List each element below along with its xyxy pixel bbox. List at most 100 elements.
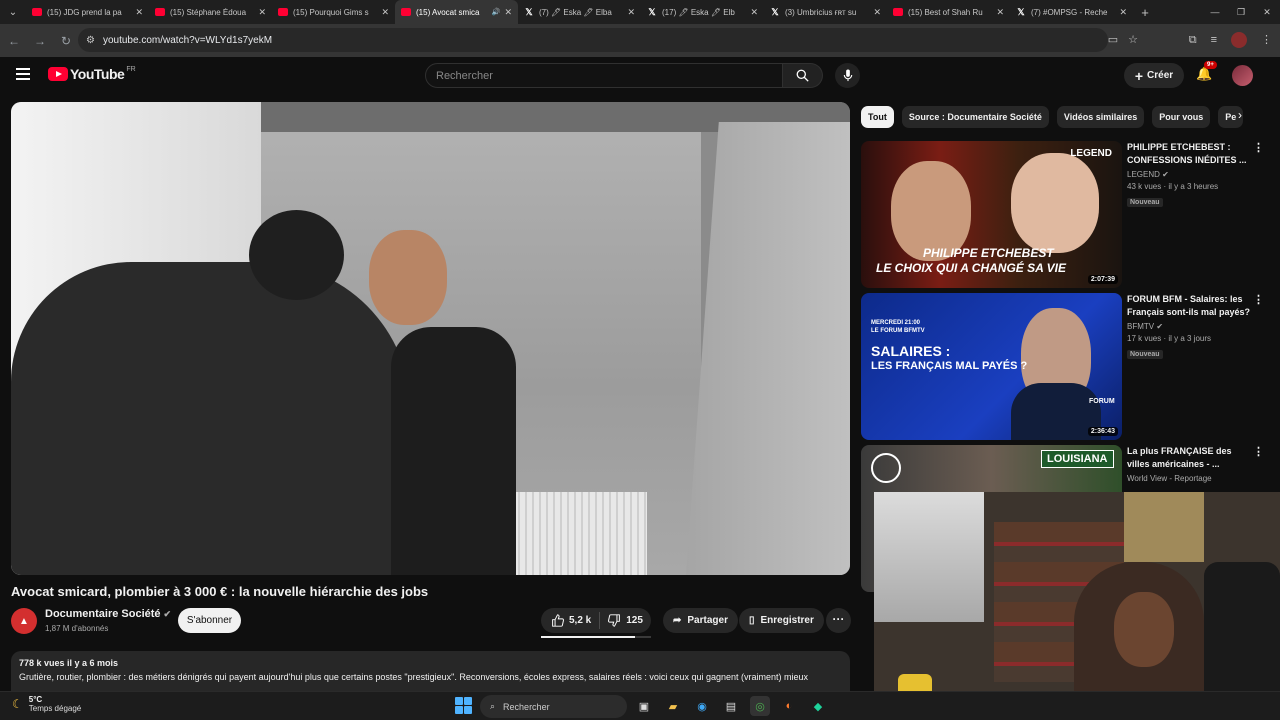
- start-button[interactable]: [455, 697, 472, 714]
- more-options-icon[interactable]: ⋮: [1253, 293, 1264, 306]
- tab-close-icon[interactable]: ✕: [873, 7, 881, 18]
- more-options-icon[interactable]: ⋮: [1253, 141, 1264, 154]
- search-input[interactable]: Rechercher: [425, 63, 783, 88]
- new-tab-button[interactable]: +: [1133, 5, 1157, 20]
- x-icon: 𝕏: [525, 7, 533, 17]
- media-controls-icon[interactable]: ≡: [1211, 28, 1217, 52]
- thumb-date: MERCREDI 21:00: [871, 320, 921, 326]
- account-avatar[interactable]: [1232, 65, 1253, 86]
- menu-icon[interactable]: [16, 68, 30, 83]
- tab-close-icon[interactable]: ✕: [1119, 7, 1127, 18]
- browser-tab[interactable]: (15) Pourquoi Gims s ✕: [272, 0, 395, 24]
- browser-tab[interactable]: (15) Best of Shah Ru ✕: [887, 0, 1010, 24]
- tab-title: (15) Avocat smica: [416, 7, 480, 17]
- extensions-icon[interactable]: ⧉: [1189, 28, 1197, 52]
- notifications-button[interactable]: 🔔 9+: [1196, 61, 1217, 82]
- url-text: youtube.com/watch?v=WLYd1s7yekM: [102, 34, 273, 46]
- more-options-icon[interactable]: ⋮: [1253, 445, 1264, 458]
- audio-playing-icon[interactable]: 🔊: [492, 8, 501, 16]
- recommendation-thumbnail[interactable]: MERCREDI 21:00 LE FORUM BFMTV SALAIRES :…: [861, 293, 1122, 440]
- tab-title: (17) 🖊 Eska 🖊 Elb: [662, 7, 735, 17]
- browser-tab[interactable]: 𝕏 (7) #OMPSG - Reche ✕: [1010, 0, 1133, 24]
- description-box[interactable]: 778 k vues il y a 6 mois Grutière, routi…: [11, 651, 850, 691]
- search-icon: ⌕: [490, 701, 496, 711]
- youtube-icon: [32, 8, 42, 16]
- tab-close-icon[interactable]: ✕: [258, 7, 266, 18]
- dislike-button[interactable]: 125: [600, 614, 643, 627]
- recommendation-title[interactable]: FORUM BFM - Salaires: les Français sont-…: [1127, 293, 1252, 319]
- browser-tab[interactable]: 𝕏 (3) Umbricius ғʀт su ✕: [764, 0, 887, 24]
- filter-chip[interactable]: Vidéos similaires: [1056, 106, 1145, 128]
- forward-icon[interactable]: →: [28, 34, 52, 48]
- browser-tab[interactable]: (15) Stéphane Édoua ✕: [149, 0, 272, 24]
- chrome-icon[interactable]: ◎: [750, 696, 770, 716]
- profile-avatar[interactable]: [1231, 32, 1247, 48]
- tab-title: (15) JDG prend la pa: [47, 7, 122, 17]
- close-window-icon[interactable]: ✕: [1254, 0, 1280, 24]
- firefox-icon[interactable]: ◐: [779, 696, 799, 716]
- tab-title: (15) Best of Shah Ru: [908, 7, 983, 17]
- x-icon: 𝕏: [648, 7, 656, 17]
- weather-widget[interactable]: ☾ 5°C Temps dégagé: [12, 695, 81, 713]
- site-info-icon[interactable]: ⚙: [86, 35, 95, 46]
- cast-icon[interactable]: ▭: [1108, 28, 1118, 52]
- edge-icon[interactable]: ◉: [692, 696, 712, 716]
- channel-name[interactable]: Documentaire Société ✔: [45, 608, 171, 620]
- create-button[interactable]: + Créer: [1124, 63, 1184, 88]
- recommendation-info: FORUM BFM - Salaires: les Français sont-…: [1127, 293, 1252, 361]
- search-button[interactable]: [783, 63, 823, 88]
- thumbs-up-icon: [552, 614, 564, 627]
- tab-close-icon[interactable]: ✕: [504, 7, 512, 18]
- tab-close-icon[interactable]: ✕: [996, 7, 1004, 18]
- new-badge: Nouveau: [1127, 350, 1163, 359]
- tab-close-icon[interactable]: ✕: [627, 7, 635, 18]
- like-button[interactable]: 5,2 k: [541, 612, 601, 629]
- task-view-icon[interactable]: ▣: [634, 696, 654, 716]
- subscriber-count: 1,87 M d'abonnés: [45, 624, 109, 633]
- channel-avatar[interactable]: ▲: [11, 608, 37, 634]
- file-explorer-icon[interactable]: ▰: [663, 696, 683, 716]
- thumbs-down-icon: [608, 614, 621, 627]
- filter-chips: Tout Source : Documentaire Société Vidéos …: [861, 106, 1244, 128]
- address-bar[interactable]: ⚙ youtube.com/watch?v=WLYd1s7yekM: [78, 28, 1108, 52]
- recommendation-channel[interactable]: World View - Reportage: [1127, 474, 1252, 483]
- browser-tab[interactable]: 𝕏 (17) 🖊 Eska 🖊 Elb ✕: [641, 0, 764, 24]
- youtube-logo[interactable]: YouTube FR: [48, 66, 136, 82]
- browser-tab[interactable]: 𝕏 (7) 🖊 Eska 🖊 Elba ✕: [518, 0, 641, 24]
- video-player[interactable]: [11, 102, 850, 575]
- tab-close-icon[interactable]: ✕: [135, 7, 143, 18]
- filter-chip[interactable]: Source : Documentaire Société: [901, 106, 1049, 128]
- chevron-right-icon[interactable]: ›: [1238, 108, 1242, 122]
- new-badge: Nouveau: [1127, 198, 1163, 207]
- recommendation-thumbnail[interactable]: LEGEND PHILIPPE ETCHEBEST LE CHOIX QUI A…: [861, 141, 1122, 288]
- subscribe-button[interactable]: S'abonner: [178, 608, 241, 633]
- filter-chip[interactable]: Tout: [861, 106, 894, 128]
- save-button[interactable]: ▯ Enregistrer: [739, 608, 824, 633]
- store-icon[interactable]: ▤: [721, 696, 741, 716]
- tab-close-icon[interactable]: ✕: [750, 7, 758, 18]
- tab-search-button[interactable]: ⌄: [0, 0, 26, 24]
- webcam-overlay: [874, 492, 1280, 720]
- video-frame-person-head: [249, 210, 344, 300]
- voice-search-button[interactable]: [835, 63, 860, 88]
- more-actions-button[interactable]: ···: [826, 608, 851, 633]
- browser-tab[interactable]: (15) Avocat smica 🔊 ✕: [395, 0, 518, 24]
- tab-close-icon[interactable]: ✕: [381, 7, 389, 18]
- recommendation-title[interactable]: La plus FRANÇAISE des villes américaines…: [1127, 445, 1252, 471]
- recommendation-title[interactable]: PHILIPPE ETCHEBEST : CONFESSIONS INÉDITE…: [1127, 141, 1252, 167]
- browser-tab[interactable]: (15) JDG prend la pa ✕: [26, 0, 149, 24]
- reload-icon[interactable]: ↻: [54, 34, 78, 48]
- maximize-icon[interactable]: ❐: [1228, 0, 1254, 24]
- recommendation-channel[interactable]: BFMTV ✔: [1127, 322, 1252, 331]
- taskbar-search[interactable]: ⌕ Rechercher: [480, 695, 627, 718]
- browser-menu-icon[interactable]: ⋮: [1261, 28, 1272, 52]
- back-icon[interactable]: ←: [2, 34, 26, 48]
- share-button[interactable]: ➦ Partager: [663, 608, 738, 633]
- bookmark-star-icon[interactable]: ☆: [1128, 28, 1138, 52]
- thumb-show: LE FORUM BFMTV: [871, 328, 925, 334]
- minimize-icon[interactable]: —: [1202, 0, 1228, 24]
- filter-chip[interactable]: Pour vous: [1152, 106, 1211, 128]
- like-count: 5,2 k: [569, 615, 592, 626]
- app-icon[interactable]: ◆: [808, 696, 828, 716]
- recommendation-channel[interactable]: LEGEND ✔: [1127, 170, 1252, 179]
